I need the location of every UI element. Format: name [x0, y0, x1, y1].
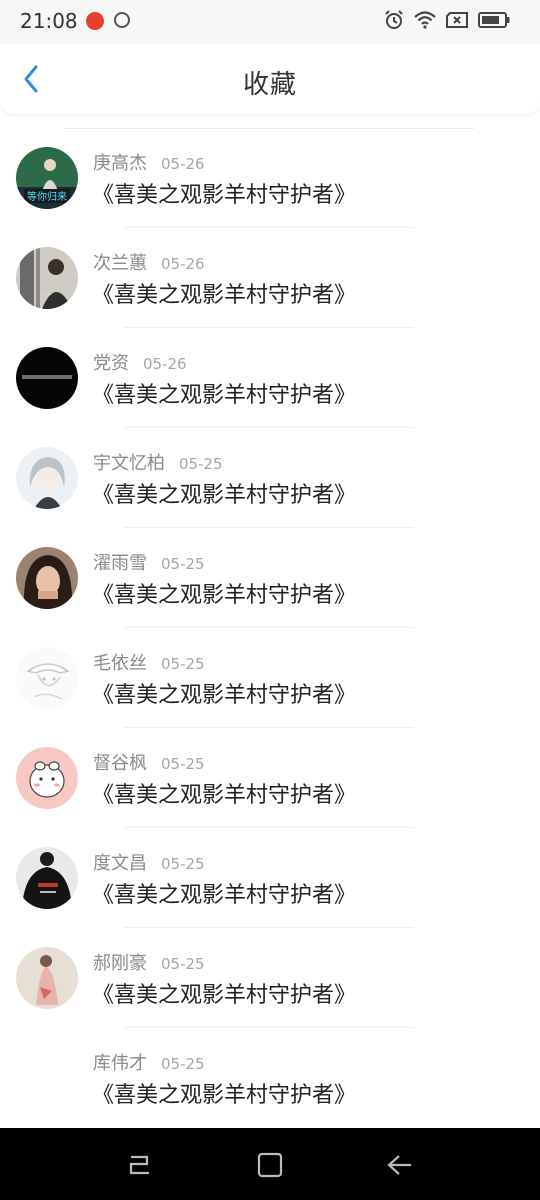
item-title[interactable]: 《喜美之观影羊村守护者》 — [92, 1077, 356, 1109]
item-date: 05-25 — [161, 955, 205, 973]
status-time: 21:08 — [20, 9, 78, 33]
divider — [124, 227, 414, 228]
item-meta: 督谷枫 05-25 — [93, 749, 205, 775]
item-title[interactable]: 《喜美之观影羊村守护者》 — [92, 877, 356, 909]
alarm-icon — [385, 10, 403, 29]
user-name: 宇文忆柏 — [93, 453, 165, 474]
status-left-icons — [86, 12, 130, 30]
item-date: 05-25 — [161, 855, 205, 873]
item-date: 05-26 — [143, 355, 187, 373]
item-meta: 度文昌 05-25 — [93, 849, 205, 875]
item-meta: 郝刚豪 05-25 — [93, 949, 205, 975]
item-date: 05-25 — [161, 655, 205, 673]
recent-apps-icon — [129, 1155, 149, 1175]
battery-icon — [478, 12, 510, 28]
item-meta: 毛依丝 05-25 — [93, 649, 205, 675]
item-meta: 次兰蕙 05-26 — [93, 249, 205, 275]
item-meta: 濯雨雪 05-25 — [93, 549, 205, 575]
divider — [124, 727, 414, 728]
divider — [124, 527, 414, 528]
svg-text:·····: ····· — [42, 292, 52, 299]
item-meta: 宇文忆柏 05-25 — [93, 449, 223, 475]
list-item[interactable]: 督谷枫 05-25 《喜美之观影羊村守护者》 — [0, 747, 540, 847]
disc-icon — [114, 12, 130, 28]
divider — [124, 427, 414, 428]
divider — [124, 327, 414, 328]
list-item[interactable]: 等你归来 庚高杰 05-26 《喜美之观影羊村守护者》 — [0, 147, 540, 247]
divider — [124, 827, 414, 828]
page-title: 收藏 — [242, 70, 297, 100]
item-meta: 党资 05-26 — [93, 349, 187, 375]
list-item[interactable]: 濯雨雪 05-25 《喜美之观影羊村守护者》 — [0, 547, 540, 647]
user-name: 郝刚豪 — [93, 953, 147, 974]
item-date: 05-26 — [161, 155, 205, 173]
item-date: 05-26 — [161, 255, 205, 273]
item-title[interactable]: 《喜美之观影羊村守护者》 — [92, 277, 356, 309]
list-item[interactable]: ····· 次兰蕙 05-26 《喜美之观影羊村守护者》 — [0, 247, 540, 347]
avatar[interactable] — [16, 347, 78, 409]
divider — [124, 627, 414, 628]
user-name: 度文昌 — [93, 853, 147, 874]
list-item[interactable]: 毛依丝 05-25 《喜美之观影羊村守护者》 — [0, 647, 540, 747]
avatar[interactable] — [16, 447, 78, 509]
wifi-icon — [414, 11, 436, 29]
avatar[interactable]: ····· — [16, 247, 78, 309]
list-item[interactable]: 度文昌 05-25 《喜美之观影羊村守护者》 — [0, 847, 540, 947]
item-title[interactable]: 《喜美之观影羊村守护者》 — [92, 477, 356, 509]
item-meta: 庚高杰 05-26 — [93, 149, 205, 175]
user-name: 濯雨雪 — [93, 553, 147, 574]
list-item[interactable]: 宇文忆柏 05-25 《喜美之观影羊村守护者》 — [0, 447, 540, 547]
divider — [124, 1027, 414, 1028]
item-date: 05-25 — [161, 555, 205, 573]
item-title[interactable]: 《喜美之观影羊村守护者》 — [92, 977, 356, 1009]
item-meta: 库伟才 05-25 — [93, 1049, 205, 1075]
back-arrow-icon — [387, 1155, 411, 1175]
list-item[interactable]: 党资 05-26 《喜美之观影羊村守护者》 — [0, 347, 540, 447]
item-title[interactable]: 《喜美之观影羊村守护者》 — [92, 577, 356, 609]
item-date: 05-25 — [161, 755, 205, 773]
header-bar: 收藏 — [0, 44, 540, 114]
item-title[interactable]: 《喜美之观影羊村守护者》 — [92, 777, 356, 809]
user-name: 督谷枫 — [93, 753, 147, 774]
avatar[interactable] — [16, 747, 78, 809]
avatar[interactable] — [16, 847, 78, 909]
divider — [124, 927, 414, 928]
app-notification-icon — [86, 12, 104, 30]
home-icon — [257, 1152, 283, 1178]
home-button[interactable] — [253, 1148, 287, 1182]
system-back-button[interactable] — [382, 1148, 416, 1182]
recent-apps-button[interactable] — [122, 1148, 156, 1182]
avatar[interactable] — [16, 547, 78, 609]
status-bar: 21:08 — [0, 0, 540, 44]
list-item[interactable]: 郝刚豪 05-25 《喜美之观影羊村守护者》 — [0, 947, 540, 1047]
user-name: 库伟才 — [93, 1053, 147, 1074]
system-nav-bar — [0, 1128, 540, 1200]
status-right-icons — [384, 10, 510, 30]
avatar[interactable] — [16, 647, 78, 709]
divider — [64, 128, 474, 129]
user-name: 庚高杰 — [93, 153, 147, 174]
item-title[interactable]: 《喜美之观影羊村守护者》 — [92, 677, 356, 709]
avatar[interactable] — [16, 947, 78, 1009]
avatar[interactable]: 等你归来 — [16, 147, 78, 209]
item-title[interactable]: 《喜美之观影羊村守护者》 — [92, 377, 356, 409]
svg-text:等你归来: 等你归来 — [27, 190, 67, 203]
avatar[interactable] — [16, 1047, 78, 1109]
item-title[interactable]: 《喜美之观影羊村守护者》 — [92, 177, 356, 209]
item-date: 05-25 — [179, 455, 223, 473]
item-date: 05-25 — [161, 1055, 205, 1073]
user-name: 党资 — [93, 353, 129, 374]
user-name: 毛依丝 — [93, 653, 147, 674]
no-sim-icon — [446, 12, 468, 28]
user-name: 次兰蕙 — [93, 253, 147, 274]
